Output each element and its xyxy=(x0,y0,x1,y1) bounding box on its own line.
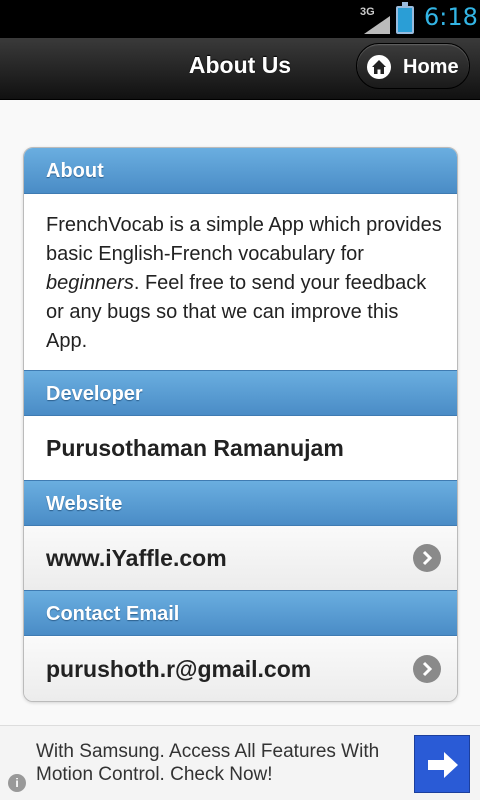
info-icon[interactable]: i xyxy=(8,774,26,792)
developer-heading: Developer xyxy=(24,370,457,416)
contact-email: purushoth.r@gmail.com xyxy=(46,656,312,682)
status-bar: 3G 6:18 xyxy=(0,0,480,38)
website-url: www.iYaffle.com xyxy=(46,545,227,571)
contact-heading: Contact Email xyxy=(24,590,457,636)
chevron-right-icon xyxy=(413,655,441,683)
home-button-label: Home xyxy=(403,56,459,78)
about-heading: About xyxy=(24,148,457,194)
developer-name: Purusothaman Ramanujam xyxy=(46,435,344,461)
ad-text: With Samsung. Access All Features With M… xyxy=(36,741,380,785)
emphasis-text: beginners xyxy=(46,272,134,294)
chevron-right-icon xyxy=(413,544,441,572)
about-description: FrenchVocab is a simple App which provid… xyxy=(46,214,442,352)
signal-icon xyxy=(364,16,390,34)
about-list: About FrenchVocab is a simple App which … xyxy=(23,147,458,702)
ad-banner[interactable]: With Samsung. Access All Features With M… xyxy=(0,725,480,800)
home-button[interactable]: Home xyxy=(356,43,470,89)
home-icon xyxy=(367,55,391,79)
clock: 6:18 xyxy=(424,3,478,31)
arrow-right-icon[interactable] xyxy=(414,735,470,793)
battery-icon xyxy=(396,2,414,34)
contact-email-link[interactable]: purushoth.r@gmail.com xyxy=(24,637,457,701)
website-heading: Website xyxy=(24,480,457,526)
header-bar: About Us Home xyxy=(0,38,480,100)
website-link[interactable]: www.iYaffle.com xyxy=(24,526,457,590)
